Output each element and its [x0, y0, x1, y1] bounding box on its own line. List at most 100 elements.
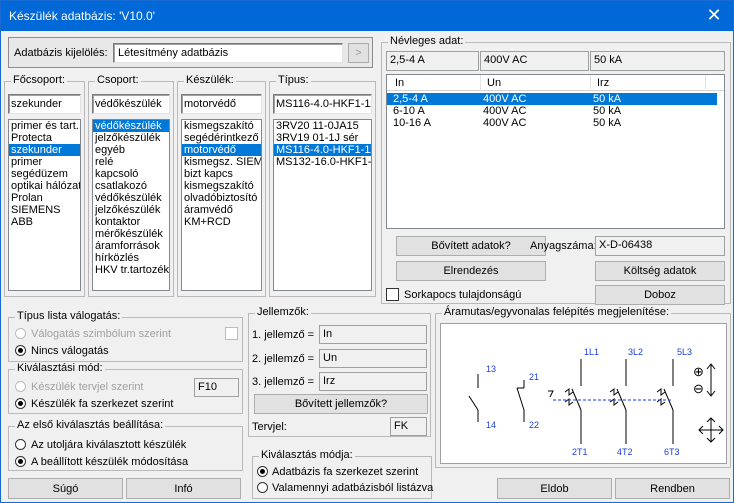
list-item[interactable]: kontaktor: [93, 216, 169, 228]
tipus-lista-radio-symbol[interactable]: [15, 328, 26, 339]
table-row[interactable]: 2,5-4 A 400V AC 50 kA: [387, 93, 717, 105]
list-item[interactable]: relé: [93, 156, 169, 168]
list-item[interactable]: kismegszakító: [182, 180, 261, 192]
table-row[interactable]: 10-16 A 400V AC 50 kA: [387, 117, 717, 129]
info-button[interactable]: Infó: [126, 478, 241, 499]
vertical-resize-icon[interactable]: [704, 362, 718, 398]
list-item[interactable]: ABB: [9, 216, 80, 228]
kivalasztasi-radio-tervjel[interactable]: [15, 381, 26, 392]
db-next-button[interactable]: >: [348, 43, 369, 63]
kivalasztasi-radio-fa[interactable]: [15, 398, 26, 409]
eldob-button[interactable]: Eldob: [497, 478, 612, 499]
list-item[interactable]: mérőkészülék: [93, 228, 169, 240]
list-item[interactable]: SIEMENS: [9, 204, 80, 216]
list-item[interactable]: védőkészülék: [93, 192, 169, 204]
list-item[interactable]: védőkészülék: [93, 120, 169, 132]
list-item[interactable]: Protecta: [9, 132, 80, 144]
list-item[interactable]: primer: [9, 156, 80, 168]
table-body: 2,5-4 A 400V AC 50 kA 6-10 A 400V AC 50 kA 10-…: [387, 93, 717, 129]
header-irz[interactable]: Irz: [597, 77, 609, 89]
list-item[interactable]: 3RV19 01-1J sér: [274, 132, 371, 144]
bovitett-jellemzok-button[interactable]: Bővített jellemzők?: [254, 394, 428, 414]
csoport-list[interactable]: védőkészülék jelzőkészülék egyéb relé kapcso…: [92, 119, 170, 291]
tipus-list[interactable]: 3RV20 11-0JA15 3RV19 01-1J sér MS116-4.0-H…: [273, 119, 372, 291]
list-item[interactable]: segédüzem: [9, 168, 80, 180]
csoport-label: Csoport:: [95, 74, 141, 86]
zoom-out-icon[interactable]: ⊖: [693, 381, 704, 397]
tipus-lista-checkbox[interactable]: [225, 327, 238, 340]
tipus-group: Típus: MS116-4.0-HKF1-11 3RV20 11-0JA15 3…: [269, 74, 376, 297]
window-title: Készülék adatbázis: 'V10.0': [9, 9, 156, 23]
list-item[interactable]: csatlakozó: [93, 180, 169, 192]
koltseg-adatok-button[interactable]: Költség adatok: [595, 261, 725, 281]
keszulek-field[interactable]: motorvédő: [181, 94, 262, 114]
focsoport-field[interactable]: szekunder: [8, 94, 81, 114]
elso-radio-beallitott[interactable]: [15, 456, 26, 467]
list-item[interactable]: kapcsoló: [93, 168, 169, 180]
list-item[interactable]: Prolan: [9, 192, 80, 204]
list-item[interactable]: jelzőkészülék: [93, 204, 169, 216]
bovitett-adatok-button[interactable]: Bővített adatok?: [396, 236, 546, 256]
table-cell: 400V AC: [483, 93, 527, 105]
dialog-window: Készülék adatbázis: 'V10.0' ✕ Adatbázis …: [0, 0, 734, 503]
aramutas-diagram[interactable]: 13 14 21 22 1L1 2T1 3L2 4T2 5L3 6T3 ⊕ ⊖: [440, 323, 727, 464]
list-item[interactable]: motorvédő: [182, 144, 261, 156]
elso-radio-utoljara[interactable]: [15, 439, 26, 450]
table-cell: 400V AC: [483, 105, 527, 117]
kivalasztasi-opt2-label: Készülék fa szerkezet szerint: [31, 398, 174, 410]
list-item[interactable]: egyéb: [93, 144, 169, 156]
list-item[interactable]: optikai hálózat: [9, 180, 80, 192]
table-cell: 400V AC: [483, 117, 527, 129]
focsoport-list[interactable]: primer és tart. Protecta szekunder primer se…: [8, 119, 81, 291]
kivalasztasi-mod-label: Kiválasztási mód:: [15, 362, 105, 374]
doboz-button[interactable]: Doboz: [595, 285, 725, 305]
pan-icon[interactable]: [697, 416, 725, 444]
tipus-field[interactable]: MS116-4.0-HKF1-11: [273, 94, 372, 114]
list-item[interactable]: KM+RCD: [182, 216, 261, 228]
schematic-svg: 13 14 21 22 1L1 2T1 3L2 4T2 5L3 6T3: [468, 347, 692, 457]
jellemzok-label: Jellemzők:: [255, 306, 311, 318]
tipus-lista-radio-none[interactable]: [15, 345, 26, 356]
list-item[interactable]: bizt kapcs: [182, 168, 261, 180]
keszulek-group: Készülék: motorvédő kismegszakító segédér…: [177, 74, 266, 297]
list-item[interactable]: kismegszakító: [182, 120, 261, 132]
list-item[interactable]: szekunder: [9, 144, 80, 156]
rendben-button[interactable]: Rendben: [615, 478, 730, 499]
nevleges-top-irz: 50 kA: [590, 51, 725, 71]
list-item[interactable]: segédérintkező: [182, 132, 261, 144]
list-item[interactable]: olvadóbiztosító: [182, 192, 261, 204]
list-item[interactable]: HKV tr.tartozék: [93, 264, 169, 276]
list-item[interactable]: hírközlés: [93, 252, 169, 264]
list-item[interactable]: kismegsz. SIEM: [182, 156, 261, 168]
sorkapocs-checkbox[interactable]: [386, 288, 399, 301]
csoport-field[interactable]: védőkészülék: [92, 94, 170, 114]
term-22: 22: [529, 420, 539, 430]
nevleges-table[interactable]: In Un Irz 2,5-4 A 400V AC 50 kA 6-10 A 400V …: [386, 74, 725, 229]
close-icon[interactable]: ✕: [703, 5, 725, 26]
table-row[interactable]: 6-10 A 400V AC 50 kA: [387, 105, 717, 117]
term-21: 21: [529, 372, 539, 382]
list-item[interactable]: jelzőkészülék: [93, 132, 169, 144]
db-select-field[interactable]: Létesítmény adatbázis: [113, 43, 343, 63]
header-un[interactable]: Un: [487, 77, 501, 89]
sugo-button[interactable]: Súgó: [8, 478, 123, 499]
kivalasztas-modja-radio-osszes[interactable]: [257, 482, 268, 493]
jellemzo1-label: 1. jellemző =: [252, 329, 315, 341]
zoom-in-icon[interactable]: ⊕: [693, 364, 704, 380]
list-item[interactable]: áramforrások: [93, 240, 169, 252]
list-item[interactable]: MS132-16.0-HKF1-11: [274, 156, 371, 168]
keszulek-list[interactable]: kismegszakító segédérintkező motorvédő kism…: [181, 119, 262, 291]
elrendezes-button[interactable]: Elrendezés: [396, 261, 546, 281]
term-2t1: 2T1: [572, 447, 588, 457]
nevleges-group: Névleges adat: 2,5-4 A 400V AC 50 kA In …: [381, 35, 731, 305]
csoport-group: Csoport: védőkészülék védőkészülék jelzők…: [88, 74, 174, 297]
list-item[interactable]: primer és tart.: [9, 120, 80, 132]
elso-kivalasztas-label: Az első kiválasztás beállítása:: [15, 419, 166, 431]
list-item[interactable]: áramvédő: [182, 204, 261, 216]
kivalasztasi-mod-group: Kiválasztási mód: Készülék tervjel szeri…: [8, 362, 243, 414]
list-item[interactable]: 3RV20 11-0JA15: [274, 120, 371, 132]
nevleges-top-in: 2,5-4 A: [386, 51, 479, 71]
kivalasztas-modja-radio-fa[interactable]: [257, 466, 268, 477]
header-in[interactable]: In: [395, 77, 404, 89]
list-item[interactable]: MS116-4.0-HKF1-11: [274, 144, 371, 156]
